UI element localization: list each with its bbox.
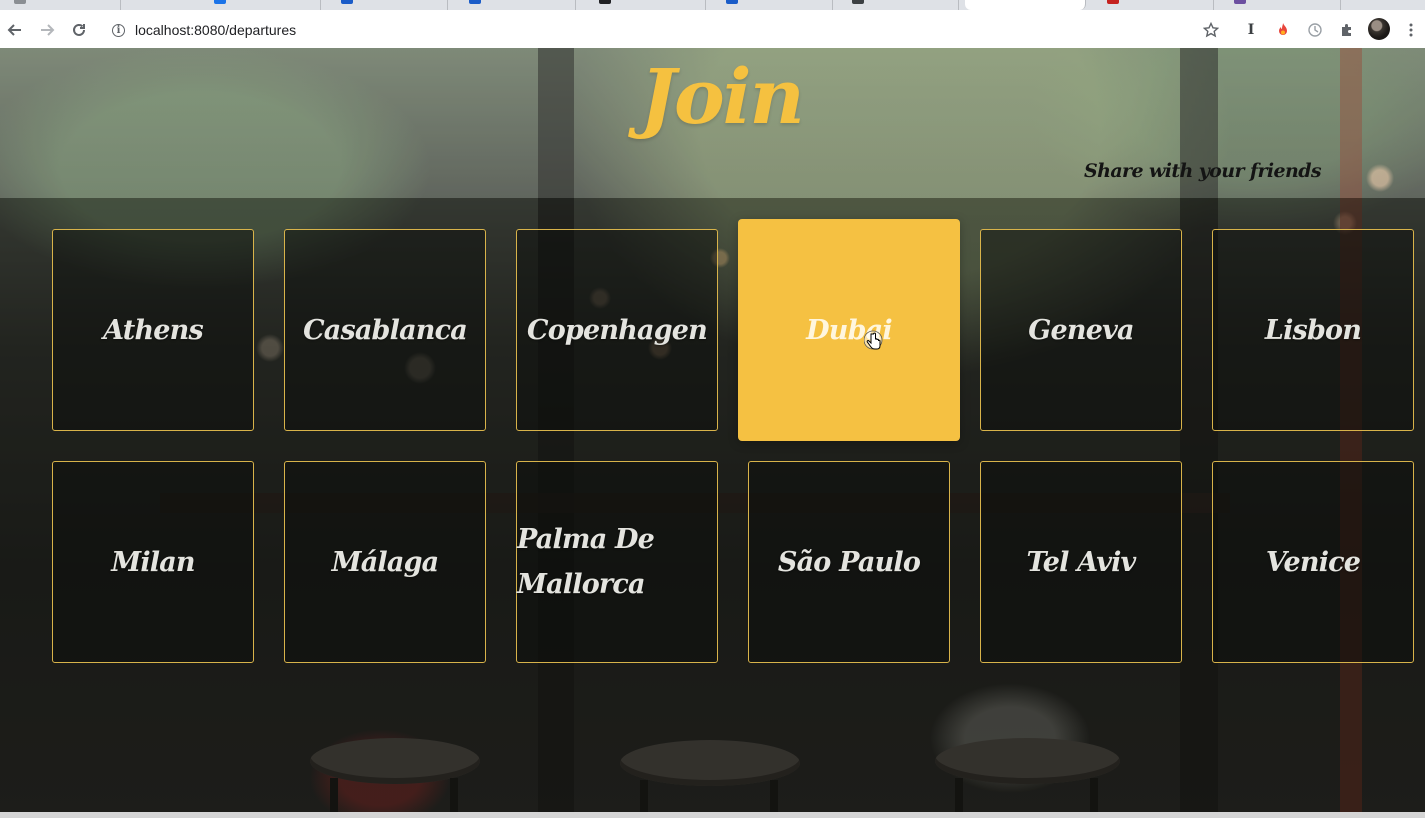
profile-avatar[interactable] [1368, 18, 1390, 40]
tab-favicon-icon [852, 0, 864, 4]
departure-card-geneva[interactable]: Geneva [980, 229, 1182, 431]
browser-tab-strip [0, 0, 1425, 10]
browser-tab[interactable] [455, 0, 576, 10]
tab-favicon-icon [214, 0, 226, 4]
departure-card-venice[interactable]: Venice [1212, 461, 1414, 663]
url-text[interactable]: localhost:8080/departures [135, 22, 296, 38]
departure-card-sao-paulo[interactable]: São Paulo [748, 461, 950, 663]
departures-page: Join Share with your friends Athens Casa… [0, 48, 1425, 812]
star-icon [1203, 22, 1219, 38]
city-name: Lisbon [1264, 314, 1362, 346]
fire-icon [1279, 23, 1287, 35]
address-bar[interactable]: i localhost:8080/departures [112, 19, 296, 41]
forward-button[interactable] [36, 19, 58, 41]
browser-menu-button[interactable] [1400, 19, 1422, 41]
city-name: Athens [103, 314, 204, 346]
departure-card-malaga[interactable]: Málaga [284, 461, 486, 663]
tab-favicon-icon [469, 0, 481, 4]
browser-tab[interactable] [0, 0, 121, 10]
tab-favicon-icon [1107, 0, 1119, 4]
city-name: Dubai [806, 314, 892, 346]
tab-favicon-icon [1234, 0, 1246, 4]
city-name: Casablanca [303, 314, 468, 346]
departure-card-palma-de-mallorca[interactable]: Palma De Mallorca [516, 461, 718, 663]
browser-toolbar: i localhost:8080/departures I [0, 10, 1425, 49]
tab-favicon-icon [341, 0, 353, 4]
browser-tab[interactable] [1220, 0, 1341, 10]
extension-button[interactable] [1272, 19, 1294, 41]
window-bottom-edge [0, 812, 1425, 818]
city-name: Milan [111, 546, 195, 578]
tab-favicon-icon [979, 0, 991, 4]
browser-tab[interactable] [838, 0, 959, 10]
reload-icon [73, 23, 85, 36]
text-cursor-icon: I [1247, 22, 1255, 38]
site-logo[interactable]: Join [640, 52, 805, 141]
browser-tab[interactable] [327, 0, 448, 10]
departure-card-milan[interactable]: Milan [52, 461, 254, 663]
departure-card-lisbon[interactable]: Lisbon [1212, 229, 1414, 431]
arrow-left-icon [7, 24, 21, 36]
extension-button[interactable]: I [1240, 19, 1262, 41]
puzzle-icon [1342, 24, 1351, 36]
tab-favicon-icon [599, 0, 611, 4]
departure-card-athens[interactable]: Athens [52, 229, 254, 431]
info-icon[interactable]: i [112, 23, 125, 37]
city-name: São Paulo [777, 546, 921, 578]
city-name: Venice [1265, 546, 1361, 578]
browser-tab[interactable] [712, 0, 833, 10]
page-header: Join Share with your friends [0, 48, 1425, 198]
city-name: Tel Aviv [1026, 546, 1137, 578]
tab-favicon-icon [14, 0, 26, 4]
browser-tab[interactable] [200, 0, 321, 10]
tab-favicon-icon [726, 0, 738, 4]
city-name: Geneva [1028, 314, 1134, 346]
arrow-right-icon [41, 24, 55, 36]
departure-card-copenhagen[interactable]: Copenhagen [516, 229, 718, 431]
departure-card-tel-aviv[interactable]: Tel Aviv [980, 461, 1182, 663]
bookmark-button[interactable] [1200, 19, 1222, 41]
departure-card-casablanca[interactable]: Casablanca [284, 229, 486, 431]
browser-tab-active[interactable] [965, 0, 1086, 10]
browser-tab[interactable] [1093, 0, 1214, 10]
departures-grid: Athens Casablanca Copenhagen Dubai Genev… [0, 198, 1425, 812]
share-link[interactable]: Share with your friends [1084, 160, 1322, 182]
back-button[interactable] [4, 19, 26, 41]
browser-tab[interactable] [585, 0, 706, 10]
city-name: Palma De Mallorca [517, 524, 655, 600]
departure-card-dubai[interactable]: Dubai [738, 219, 960, 441]
city-name: Copenhagen [527, 314, 708, 346]
extension-button[interactable] [1304, 19, 1326, 41]
city-name: Málaga [331, 546, 440, 578]
clock-icon [1308, 23, 1322, 37]
vertical-dots-icon [1409, 23, 1413, 37]
reload-button[interactable] [68, 19, 90, 41]
extensions-button[interactable] [1336, 19, 1358, 41]
